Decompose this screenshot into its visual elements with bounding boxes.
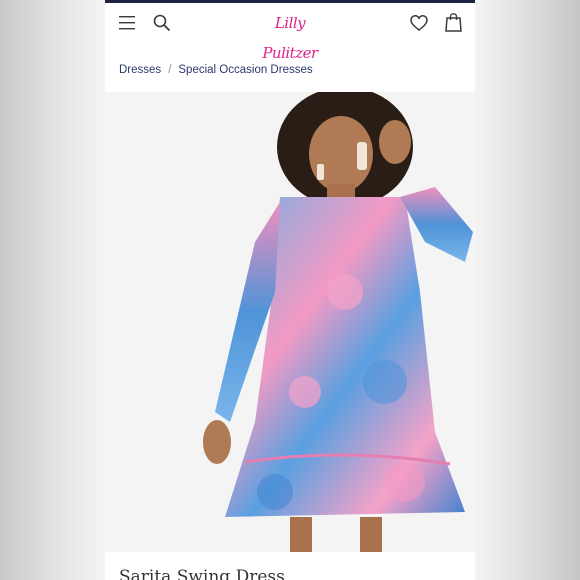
site-header: Lilly Pulitzer (105, 3, 475, 62)
breadcrumb: Dresses / Special Occasion Dresses (119, 64, 313, 76)
product-title: Sarita Swing Dress (119, 567, 285, 580)
menu-icon[interactable] (119, 16, 135, 30)
brand-logo[interactable]: Lilly Pulitzer (255, 8, 325, 62)
product-image[interactable] (105, 92, 475, 552)
phone-screen: Lilly Pulitzer Dresses / Special Occasion … (105, 0, 475, 580)
product-photo-illustration (203, 92, 473, 552)
bag-icon[interactable] (445, 13, 462, 32)
heart-icon[interactable] (410, 14, 428, 32)
breadcrumb-link-special-occasion[interactable]: Special Occasion Dresses (178, 64, 312, 76)
breadcrumb-link-dresses[interactable]: Dresses (119, 64, 161, 76)
breadcrumb-separator: / (168, 64, 172, 76)
search-icon[interactable] (153, 14, 171, 32)
